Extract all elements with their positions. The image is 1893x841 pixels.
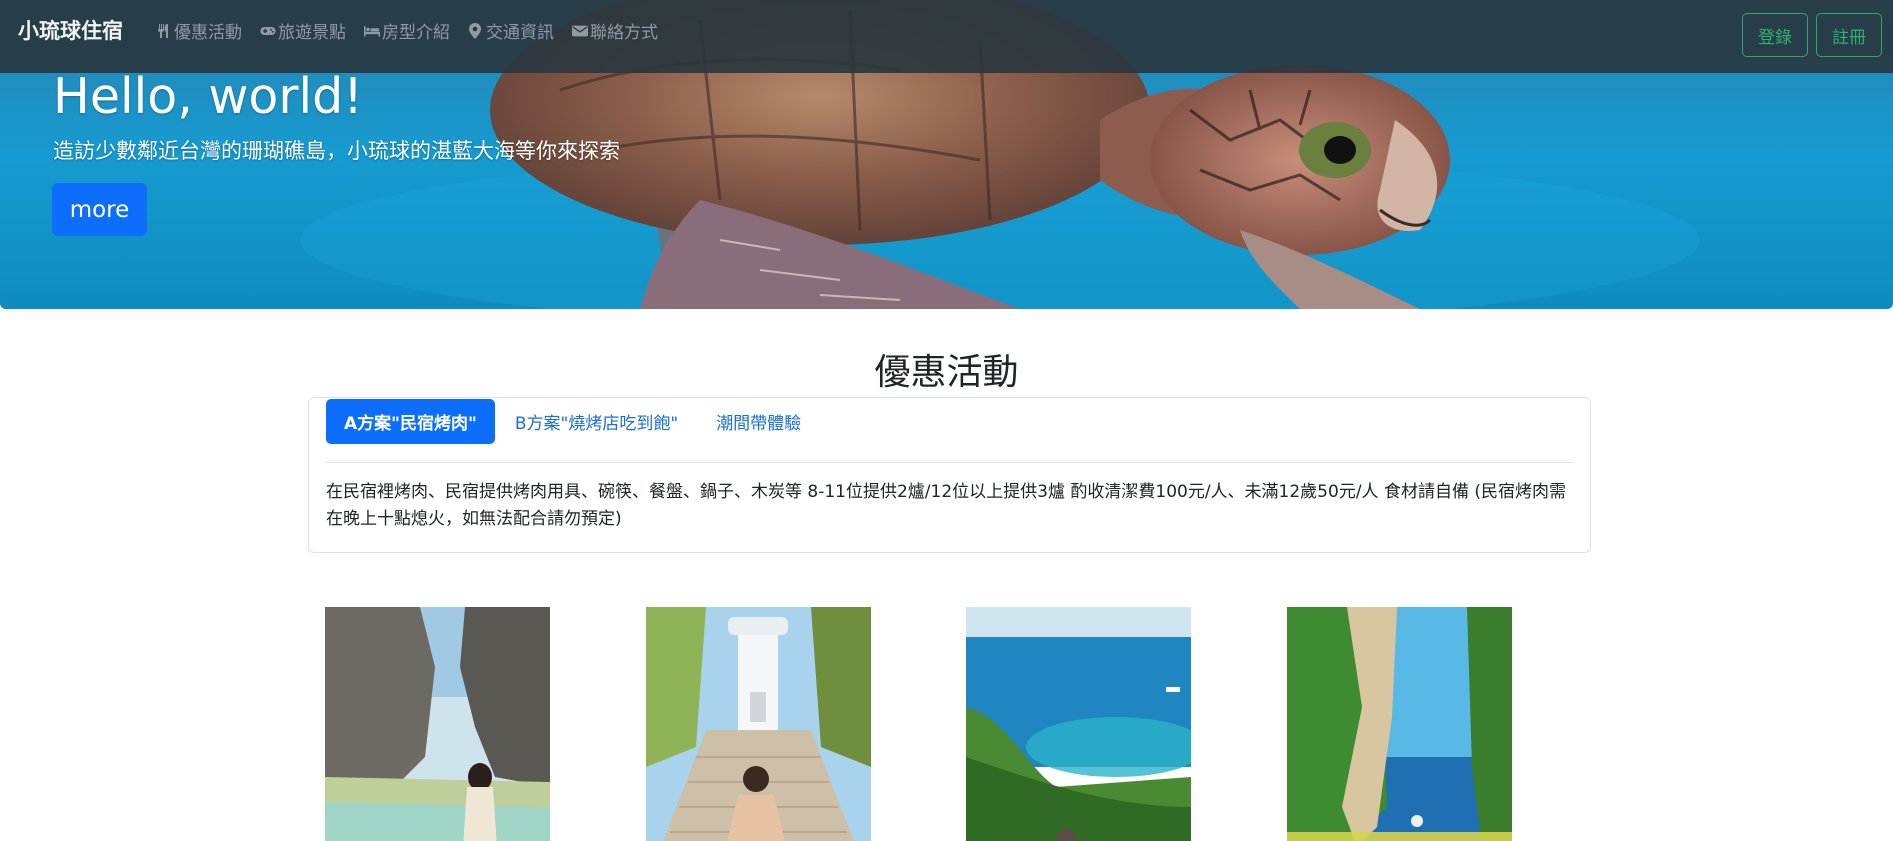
gallery-image-coast[interactable] xyxy=(966,607,1191,841)
more-button[interactable]: more xyxy=(52,183,147,236)
nav-links: 優惠活動 旅遊景點 房型介紹 交通資訊 聯絡方式 xyxy=(156,18,658,43)
gallery-image-rock-cave[interactable] xyxy=(325,607,550,841)
login-button[interactable]: 登錄 xyxy=(1742,13,1808,57)
gamepad-icon xyxy=(260,23,276,39)
top-navbar: 小琉球住宿 優惠活動 旅遊景點 房型介紹 交通資訊 聯絡方式 登錄 註冊 xyxy=(0,0,1893,73)
nav-link-attractions[interactable]: 旅遊景點 xyxy=(260,18,346,43)
bed-icon xyxy=(364,23,380,39)
register-button[interactable]: 註冊 xyxy=(1816,13,1882,57)
tab-tidal-experience[interactable]: 潮間帶體驗 xyxy=(698,399,819,444)
nav-link-label: 旅遊景點 xyxy=(278,23,346,43)
hero-subtitle: 造訪少數鄰近台灣的珊瑚礁島，小琉球的湛藍大海等你來探索 xyxy=(53,139,620,163)
nav-link-transport[interactable]: 交通資訊 xyxy=(468,18,554,43)
offer-tabs: A方案"民宿烤肉" B方案"燒烤店吃到飽" 潮間帶體驗 xyxy=(326,399,819,444)
offer-card: A方案"民宿烤肉" B方案"燒烤店吃到飽" 潮間帶體驗 在民宿裡烤肉、民宿提供烤… xyxy=(308,397,1591,553)
nav-link-contact[interactable]: 聯絡方式 xyxy=(572,18,658,43)
nav-link-rooms[interactable]: 房型介紹 xyxy=(364,18,450,43)
gallery-image-cliff[interactable] xyxy=(1287,607,1512,841)
envelope-icon xyxy=(572,23,588,39)
tab-plan-b[interactable]: B方案"燒烤店吃到飽" xyxy=(497,399,696,444)
nav-link-label: 房型介紹 xyxy=(382,23,450,43)
brand-logo[interactable]: 小琉球住宿 xyxy=(18,15,123,45)
nav-link-label: 優惠活動 xyxy=(174,23,242,43)
nav-link-label: 聯絡方式 xyxy=(590,23,658,43)
card-divider xyxy=(326,462,1574,463)
offer-description: 在民宿裡烤肉、民宿提供烤肉用具、碗筷、餐盤、鍋子、木炭等 8-11位提供2爐/1… xyxy=(326,482,1566,529)
hero-title: Hello, world! xyxy=(53,68,363,125)
map-marker-icon xyxy=(468,22,484,39)
gallery-image-lighthouse[interactable] xyxy=(646,607,871,841)
nav-link-label: 交通資訊 xyxy=(486,23,554,43)
tab-plan-a[interactable]: A方案"民宿烤肉" xyxy=(326,399,495,444)
utensils-icon xyxy=(156,23,172,39)
offers-section-title: 優惠活動 xyxy=(874,352,1019,393)
nav-link-offers[interactable]: 優惠活動 xyxy=(156,18,242,43)
